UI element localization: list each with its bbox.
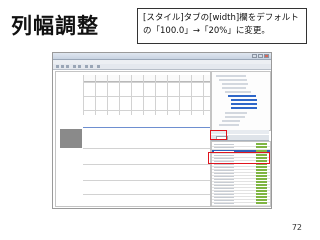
grid-line — [131, 75, 132, 115]
instruction-callout: [スタイル]タブの[width]欄をデフォルト の「100.0」→「20%」に変… — [137, 8, 307, 44]
minimize-icon[interactable] — [252, 54, 257, 58]
window-controls — [252, 54, 269, 58]
grid-line — [167, 75, 168, 115]
report-design-canvas[interactable] — [55, 71, 211, 207]
grid-line — [83, 148, 210, 149]
grid-line — [95, 75, 96, 115]
toolbar-button[interactable] — [61, 65, 64, 68]
tree-item[interactable] — [222, 120, 240, 122]
grid-line — [83, 194, 210, 195]
maximize-icon[interactable] — [258, 54, 263, 58]
app-window-screenshot — [52, 52, 272, 209]
tree-item[interactable] — [225, 116, 245, 118]
selected-column-cell[interactable] — [60, 129, 82, 148]
grid-line — [83, 164, 210, 165]
grid-line — [143, 75, 144, 115]
tree-item[interactable] — [222, 83, 248, 85]
tree-item[interactable] — [225, 91, 251, 93]
grid-line — [191, 75, 192, 115]
grid-line — [155, 75, 156, 115]
toolbar-button[interactable] — [85, 65, 88, 68]
slide-title: 列幅調整 — [11, 14, 99, 38]
grid-line — [83, 82, 210, 83]
toolbar-button[interactable] — [56, 65, 59, 68]
grid-line — [83, 127, 210, 128]
tree-item[interactable] — [216, 75, 246, 77]
callout-line-1: [スタイル]タブの[width]欄をデフォルト — [143, 13, 299, 23]
grid-line — [119, 75, 120, 115]
outline-tree-panel — [211, 71, 271, 131]
close-icon[interactable] — [264, 54, 269, 58]
grid-line — [107, 75, 108, 115]
highlight-width-field — [208, 152, 270, 164]
window-titlebar — [53, 53, 271, 60]
property-grid — [211, 141, 271, 207]
page-number: 72 — [291, 223, 302, 232]
tree-item[interactable] — [219, 79, 247, 81]
toolbar-button[interactable] — [73, 65, 76, 68]
tree-item[interactable] — [219, 124, 239, 126]
slide: 列幅調整 [スタイル]タブの[width]欄をデフォルト の「100.0」→「2… — [0, 0, 320, 240]
tree-item-selected[interactable] — [231, 99, 257, 101]
tree-item-selected[interactable] — [231, 107, 257, 109]
toolbar-button[interactable] — [66, 65, 69, 68]
grid-line — [83, 110, 210, 111]
grid-line — [83, 75, 84, 115]
property-row[interactable] — [212, 202, 270, 206]
grid-line — [83, 180, 210, 181]
grid-line — [203, 75, 204, 115]
grid-line — [179, 75, 180, 115]
tree-item[interactable] — [225, 112, 247, 114]
toolbar-button[interactable] — [78, 65, 81, 68]
highlight-style-tab — [210, 130, 227, 140]
tree-item[interactable] — [222, 87, 246, 89]
tree-item-selected[interactable] — [231, 103, 257, 105]
tree-item-selected[interactable] — [228, 95, 256, 97]
callout-line-2: の「100.0」→「20%」に変更。 — [143, 26, 270, 36]
toolbar — [53, 64, 271, 70]
toolbar-button[interactable] — [90, 65, 93, 68]
toolbar-button[interactable] — [97, 65, 100, 68]
grid-line — [83, 96, 210, 97]
